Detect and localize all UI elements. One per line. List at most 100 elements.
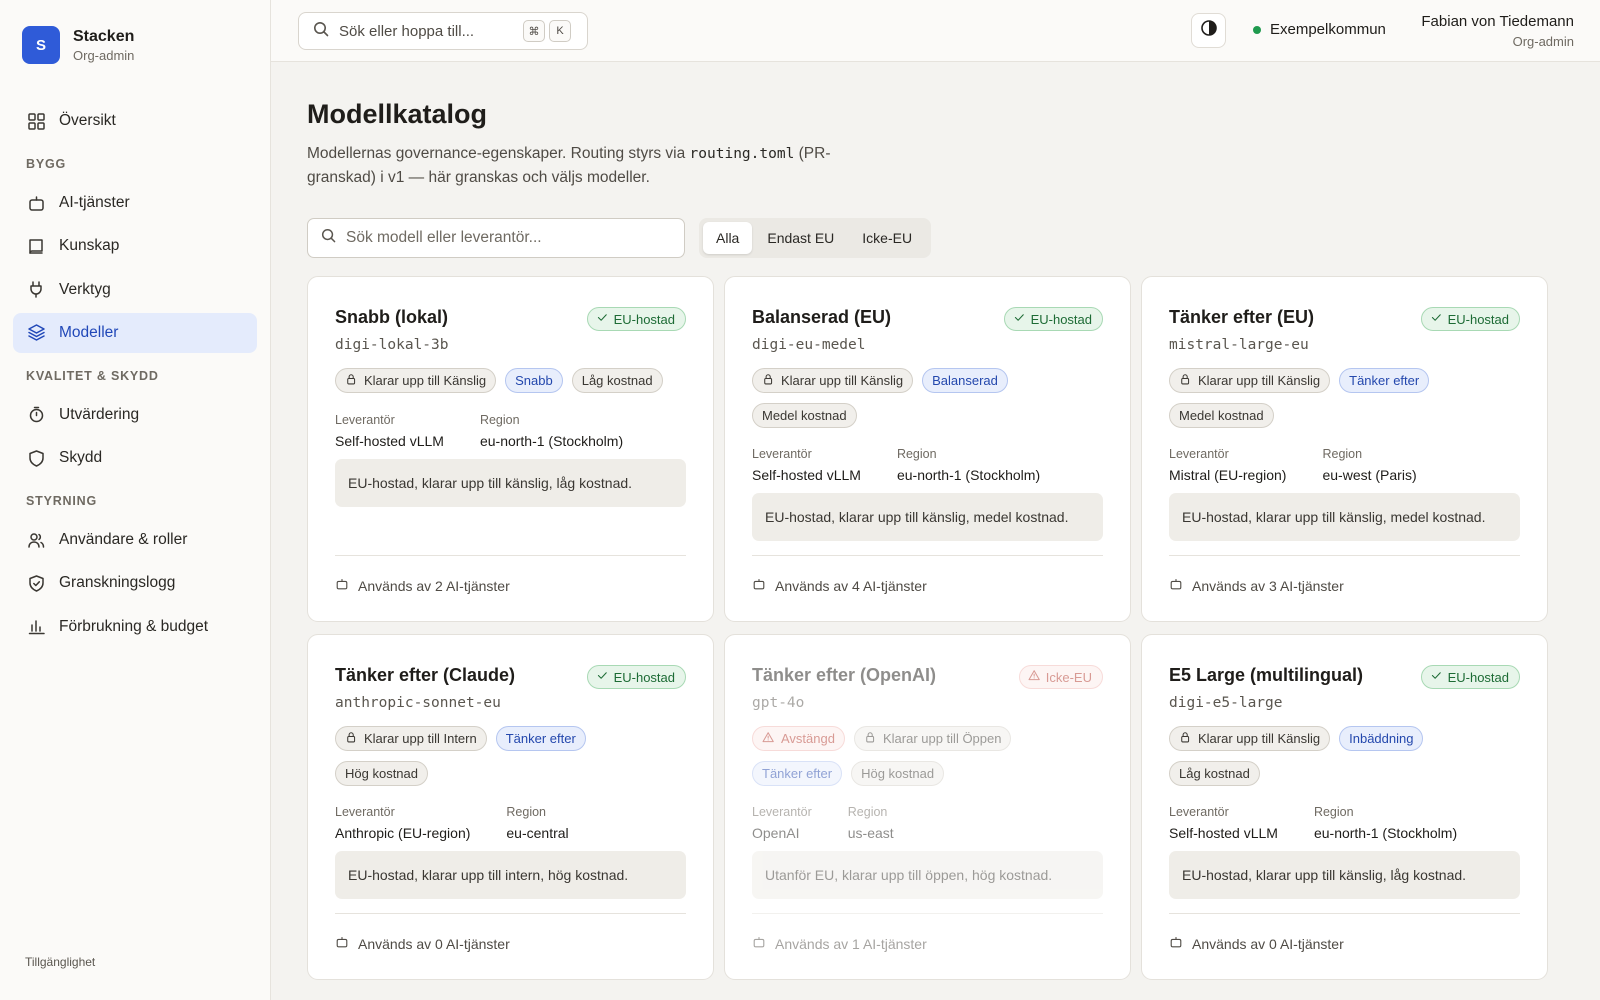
sidebar-item-modeller[interactable]: Modeller	[13, 312, 257, 353]
brand[interactable]: S Stacken Org-admin	[22, 26, 134, 64]
region-label: Region	[1313, 805, 1354, 819]
check-icon	[1013, 311, 1031, 327]
sidebar-item-label: Användare & roller	[59, 531, 188, 549]
model-usage[interactable]: Används av 0 AI-tjänster	[1169, 935, 1344, 952]
sidebar-item-oversikt[interactable]: Översikt	[13, 101, 257, 141]
shield-check-icon	[26, 573, 46, 593]
user-role: Org-admin	[1512, 34, 1574, 49]
org-switcher[interactable]: Exempelkommun	[1253, 21, 1386, 38]
filter-tab-0[interactable]: Alla	[703, 222, 753, 254]
hosting-badge: EU-hostad	[586, 307, 686, 331]
model-tags: Avstängd Klarar upp till Öppen Tänker efte…	[752, 726, 1110, 796]
model-card[interactable]: Tänker efter (Claude) anthropic-sonnet-e…	[307, 634, 714, 980]
model-usage[interactable]: Används av 4 AI-tjänster	[752, 577, 927, 594]
filter-tab-1[interactable]: Endast EU	[754, 222, 847, 254]
page-description: Modellernas governance-egenskaper. Routi…	[307, 142, 887, 190]
hosting-badge: EU-hostad	[1420, 665, 1520, 689]
hosting-badge: EU-hostad	[1003, 307, 1103, 331]
sidebar-item-skydd[interactable]: Skydd	[13, 438, 257, 478]
model-tag-label: Klarar upp till Känslig	[364, 373, 487, 388]
sidebar-item-utvardering[interactable]: Utvärdering	[13, 395, 257, 435]
hosting-badge-label: EU-hostad	[1030, 311, 1092, 327]
filter-tab-2[interactable]: Icke-EU	[849, 222, 925, 254]
theme-toggle-button[interactable]	[1191, 13, 1226, 48]
model-tag: Klarar upp till Känslig	[335, 368, 497, 393]
model-card[interactable]: Tänker efter (EU) mistral-large-eu EU-ho…	[1141, 276, 1548, 622]
plug-icon	[26, 280, 46, 300]
provider-label: Leverantör	[1169, 447, 1229, 461]
model-tag: Hög kostnad	[851, 761, 945, 786]
hosting-badge-label: EU-hostad	[1447, 669, 1509, 685]
model-card[interactable]: Tänker efter (OpenAI) gpt-4o Icke-EU Avs…	[724, 634, 1131, 980]
ai-service-icon	[1169, 577, 1192, 594]
model-usage[interactable]: Används av 1 AI-tjänster	[752, 935, 927, 952]
sidebar-section-title: BYGG	[26, 157, 67, 171]
check-icon	[596, 669, 614, 685]
warning-icon	[1028, 669, 1046, 685]
sidebar-nav: Översikt BYGG AI-tjänster Kunskap Verktyg…	[13, 101, 257, 650]
usage-label: Används av 0 AI-tjänster	[1192, 935, 1344, 952]
card-divider	[752, 913, 1103, 914]
model-tag: Medel kostnad	[752, 403, 857, 428]
model-tag-label: Avstängd	[781, 731, 835, 746]
app-role: Org-admin	[73, 47, 135, 63]
model-tag: Klarar upp till Känslig	[1169, 368, 1331, 393]
grid-icon	[26, 111, 46, 131]
model-card[interactable]: Snabb (lokal) digi-lokal-3b EU-hostad Kl…	[307, 276, 714, 622]
region-label: Region	[506, 805, 547, 819]
shortcut-k-key: K	[549, 20, 571, 42]
model-tag: Snabb	[505, 368, 563, 393]
model-summary: EU-hostad, klarar upp till känslig, låg …	[1169, 851, 1520, 899]
provider-label: Leverantör	[752, 447, 812, 461]
model-meta: Leverantör Anthropic (EU-region) Region eu…	[335, 805, 605, 841]
user-menu[interactable]: Fabian von Tiedemann Org-admin	[1421, 13, 1574, 49]
model-usage[interactable]: Används av 3 AI-tjänster	[1169, 577, 1344, 594]
sidebar: S Stacken Org-admin Översikt BYGG AI-tjän…	[0, 0, 271, 1000]
card-divider	[335, 555, 686, 556]
model-tag-label: Klarar upp till Känslig	[1198, 373, 1321, 388]
ai-service-icon	[752, 577, 775, 594]
sidebar-item-label: AI-tjänster	[59, 194, 130, 211]
sidebar-item-label: Modeller	[59, 323, 119, 341]
ai-service-icon	[335, 577, 358, 594]
page-description-start: Modellernas governance-egenskaper. Routi…	[307, 145, 690, 162]
model-card[interactable]: E5 Large (multilingual) digi-e5-large EU…	[1141, 634, 1548, 980]
warning-icon	[762, 731, 781, 747]
region-value: eu-north-1 (Stockholm)	[1313, 825, 1458, 841]
model-tag-label: Hög kostnad	[861, 766, 935, 781]
model-usage[interactable]: Används av 2 AI-tjänster	[335, 577, 510, 594]
contrast-icon	[1200, 19, 1218, 42]
check-icon	[596, 311, 614, 327]
global-search-input[interactable]: Sök eller hoppa till... ⌘ K	[298, 12, 588, 50]
provider-value: Anthropic (EU-region)	[335, 825, 471, 841]
app-name: Stacken	[73, 27, 135, 45]
sidebar-item-label: Verktyg	[59, 280, 111, 298]
hosting-badge: Icke-EU	[1018, 665, 1103, 689]
model-tag: Balanserad	[922, 368, 1008, 393]
accessibility-link[interactable]: Tillgänglighet	[25, 955, 95, 969]
model-tag-label: Medel kostnad	[1179, 408, 1264, 423]
sidebar-item-kunskap[interactable]: Kunskap	[13, 226, 257, 266]
model-meta: Leverantör Self-hosted vLLM Region eu-nort…	[752, 447, 1076, 483]
sidebar-item-anvandare-roller[interactable]: Användare & roller	[13, 520, 257, 560]
sidebar-section-title: KVALITET & SKYDD	[26, 368, 159, 383]
sidebar-item-ai-tjanster[interactable]: AI-tjänster	[13, 183, 257, 223]
region-label: Region	[896, 447, 937, 461]
model-tag-label: Medel kostnad	[762, 408, 847, 423]
model-tag-label: Klarar upp till Känslig	[781, 373, 904, 388]
search-icon	[313, 21, 329, 42]
sidebar-item-granskningslogg[interactable]: Granskningslogg	[13, 563, 257, 603]
lock-icon	[762, 373, 781, 389]
model-tag: Klarar upp till Känslig	[1169, 726, 1331, 751]
model-search-input[interactable]: Sök modell eller leverantör...	[307, 218, 685, 258]
lock-icon	[345, 373, 364, 389]
sidebar-item-forbrukning-budget[interactable]: Förbrukning & budget	[13, 607, 257, 647]
model-tag-label: Inbäddning	[1349, 731, 1414, 746]
model-usage[interactable]: Används av 0 AI-tjänster	[335, 935, 510, 952]
model-tag: Tänker efter	[752, 761, 843, 786]
sidebar-item-verktyg[interactable]: Verktyg	[13, 270, 257, 310]
sidebar-item-label: Förbrukning & budget	[59, 617, 209, 635]
hosting-badge-label: EU-hostad	[1447, 311, 1509, 327]
model-card[interactable]: Balanserad (EU) digi-eu-medel EU-hostad …	[724, 276, 1131, 622]
model-tag-label: Hög kostnad	[345, 766, 418, 781]
